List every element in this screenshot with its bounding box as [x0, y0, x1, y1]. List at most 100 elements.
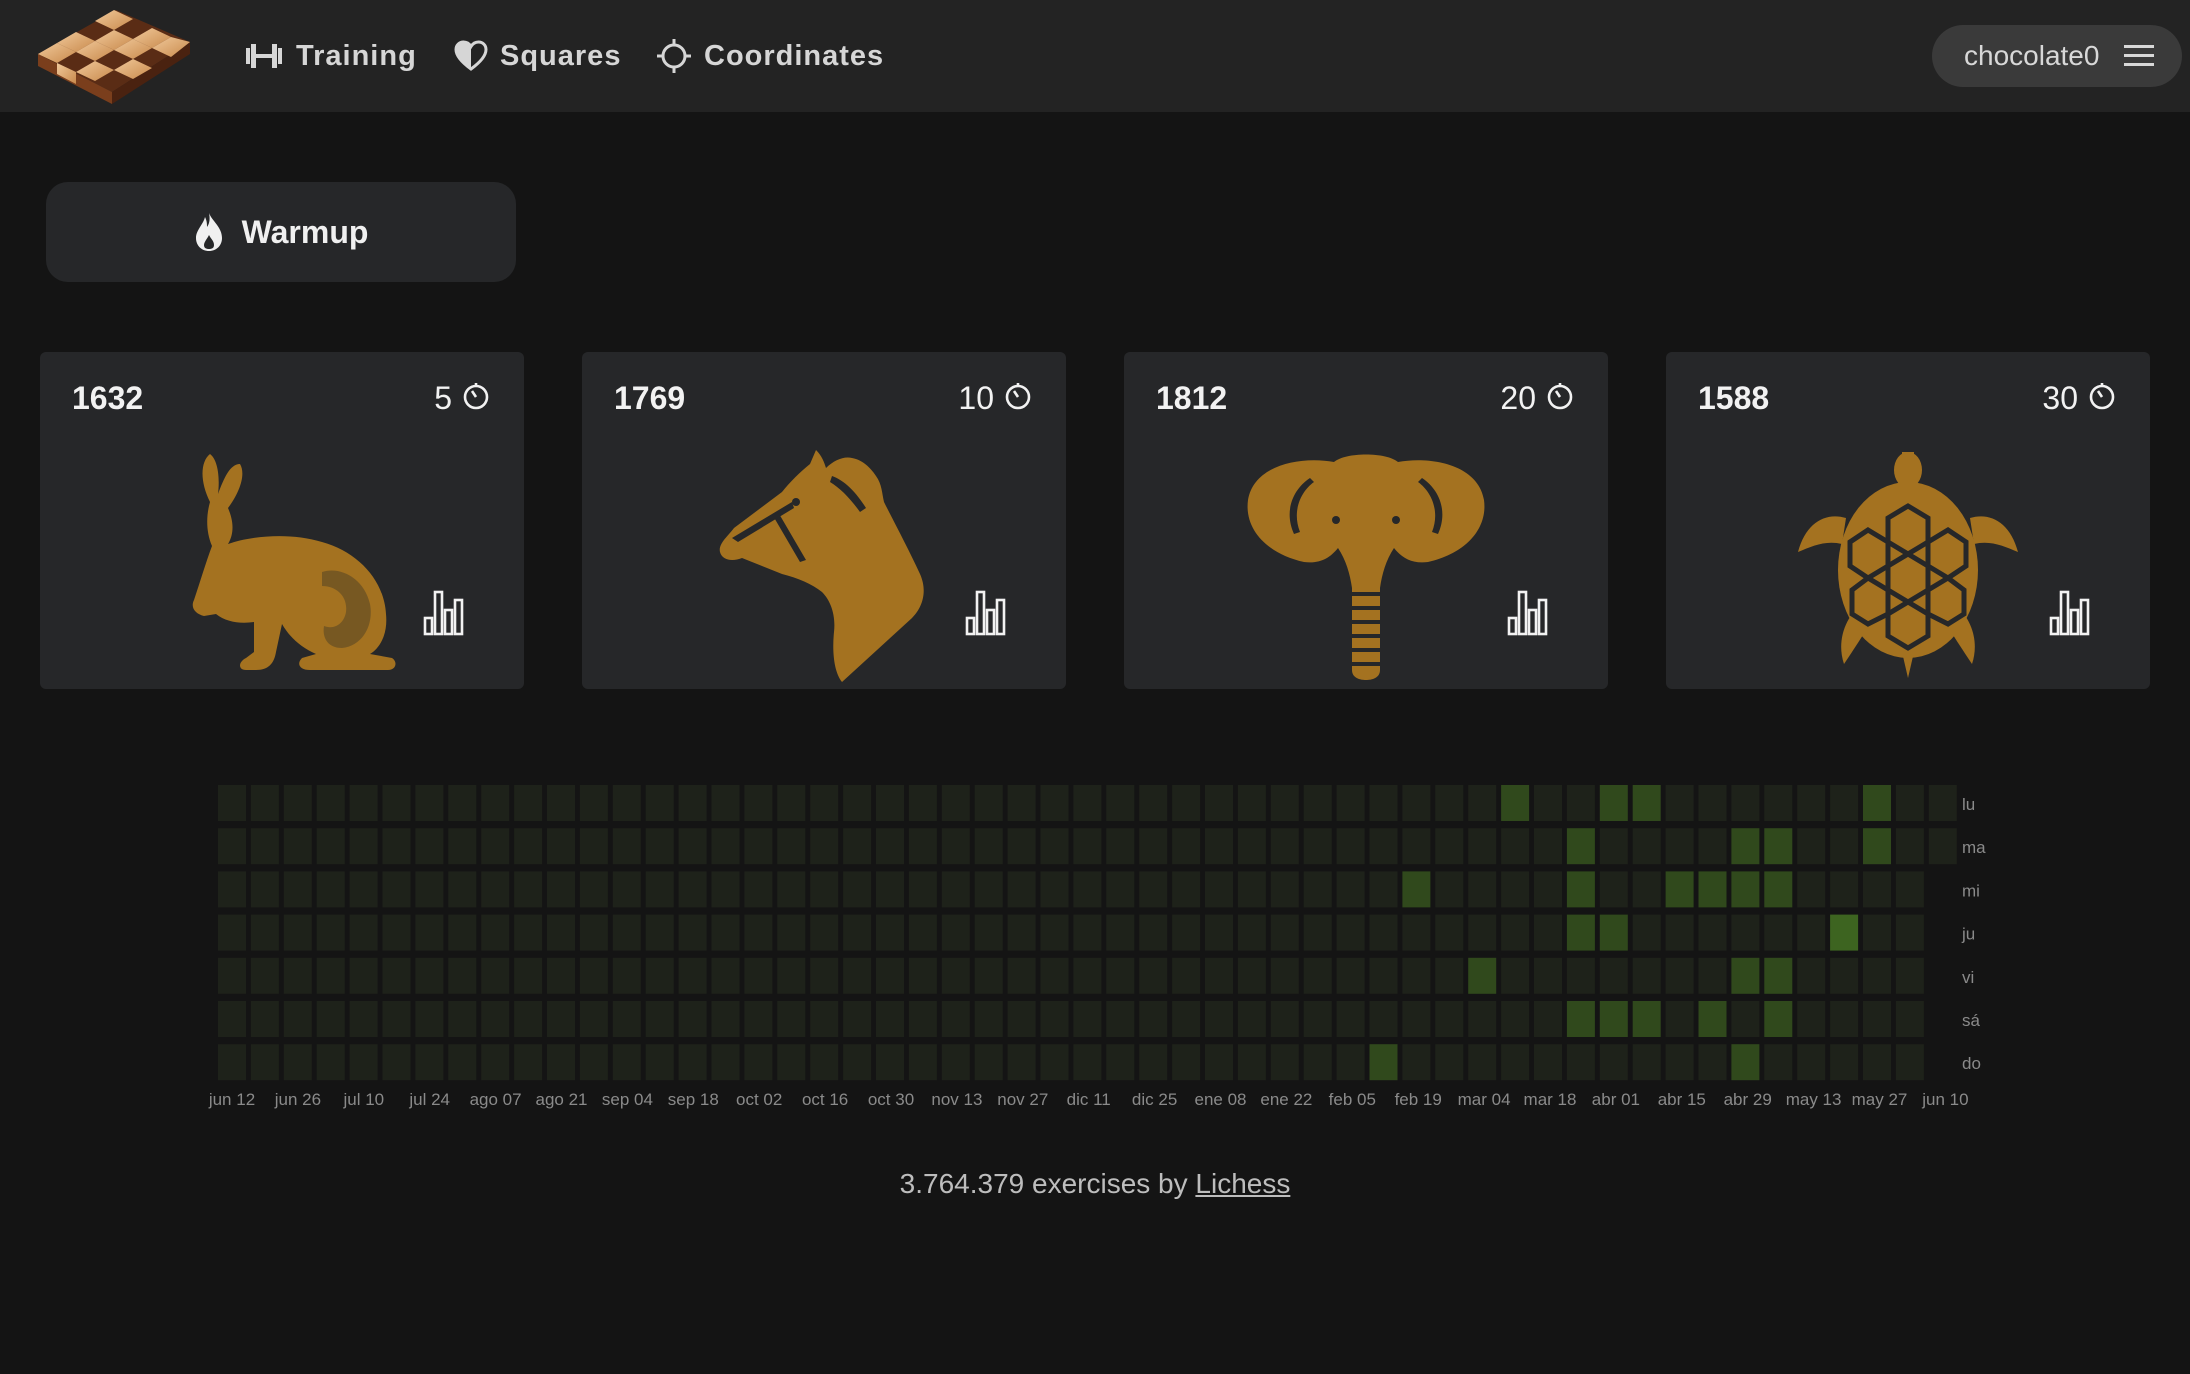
- heatmap-day-cell[interactable]: [415, 957, 444, 994]
- heatmap-day-cell[interactable]: [1336, 871, 1365, 908]
- heatmap-day-cell[interactable]: [1007, 957, 1036, 994]
- heatmap-day-cell[interactable]: [678, 871, 707, 908]
- heatmap-day-cell[interactable]: [1106, 828, 1135, 865]
- heatmap-day-cell[interactable]: [547, 1044, 575, 1081]
- heatmap-day-cell[interactable]: [678, 828, 707, 865]
- heatmap-day-cell[interactable]: [1797, 828, 1826, 865]
- heatmap-day-cell[interactable]: [579, 1001, 608, 1037]
- heatmap-day-cell[interactable]: [283, 1001, 312, 1037]
- stats-chart-icon[interactable]: [965, 588, 1009, 636]
- heatmap-day-cell[interactable]: [448, 1044, 477, 1081]
- heatmap-day-cell[interactable]: [1599, 914, 1628, 951]
- heatmap-day-cell[interactable]: [744, 871, 773, 908]
- heatmap-day-cell[interactable]: [1566, 957, 1595, 994]
- heatmap-day-cell[interactable]: [1698, 871, 1727, 908]
- heatmap-day-cell[interactable]: [810, 1044, 839, 1081]
- heatmap-day-cell[interactable]: [1534, 871, 1562, 908]
- heatmap-day-cell[interactable]: [382, 957, 411, 994]
- heatmap-day-cell[interactable]: [1073, 957, 1102, 994]
- heatmap-day-cell[interactable]: [941, 871, 970, 908]
- heatmap-day-cell[interactable]: [908, 871, 937, 908]
- heatmap-day-cell[interactable]: [1731, 785, 1760, 821]
- heatmap-day-cell[interactable]: [1205, 871, 1233, 908]
- heatmap-day-cell[interactable]: [1435, 785, 1464, 821]
- heatmap-day-cell[interactable]: [1468, 914, 1497, 951]
- heatmap-day-cell[interactable]: [1665, 914, 1694, 951]
- heatmap-day-cell[interactable]: [382, 1044, 411, 1081]
- heatmap-day-cell[interactable]: [1830, 957, 1859, 994]
- heatmap-day-cell[interactable]: [777, 957, 806, 994]
- heatmap-day-cell[interactable]: [1764, 1044, 1793, 1081]
- heatmap-day-cell[interactable]: [1764, 785, 1793, 821]
- heatmap-day-cell[interactable]: [810, 914, 839, 951]
- heatmap-day-cell[interactable]: [1698, 1001, 1727, 1037]
- heatmap-day-cell[interactable]: [415, 828, 444, 865]
- heatmap-day-cell[interactable]: [1435, 957, 1464, 994]
- mode-card-20[interactable]: 1812 20: [1124, 352, 1608, 689]
- heatmap-day-cell[interactable]: [481, 1001, 510, 1037]
- heatmap-day-cell[interactable]: [744, 914, 773, 951]
- heatmap-day-cell[interactable]: [777, 785, 806, 821]
- heatmap-day-cell[interactable]: [843, 871, 872, 908]
- heatmap-day-cell[interactable]: [1731, 1001, 1760, 1037]
- heatmap-day-cell[interactable]: [1402, 871, 1431, 908]
- heatmap-day-cell[interactable]: [744, 1044, 773, 1081]
- heatmap-day-cell[interactable]: [1205, 785, 1233, 821]
- heatmap-day-cell[interactable]: [1106, 871, 1135, 908]
- heatmap-day-cell[interactable]: [1073, 914, 1102, 951]
- heatmap-day-cell[interactable]: [1270, 1001, 1299, 1037]
- heatmap-day-cell[interactable]: [481, 871, 510, 908]
- heatmap-day-cell[interactable]: [579, 957, 608, 994]
- heatmap-day-cell[interactable]: [1237, 1044, 1266, 1081]
- heatmap-day-cell[interactable]: [1270, 957, 1299, 994]
- heatmap-day-cell[interactable]: [1435, 828, 1464, 865]
- heatmap-day-cell[interactable]: [1468, 828, 1497, 865]
- heatmap-day-cell[interactable]: [547, 957, 575, 994]
- heatmap-day-cell[interactable]: [1863, 914, 1891, 951]
- heatmap-day-cell[interactable]: [1632, 785, 1661, 821]
- heatmap-day-cell[interactable]: [941, 828, 970, 865]
- heatmap-day-cell[interactable]: [777, 914, 806, 951]
- heatmap-day-cell[interactable]: [250, 871, 279, 908]
- heatmap-day-cell[interactable]: [1139, 914, 1168, 951]
- heatmap-day-cell[interactable]: [777, 871, 806, 908]
- heatmap-day-cell[interactable]: [1172, 914, 1201, 951]
- heatmap-day-cell[interactable]: [1764, 828, 1793, 865]
- heatmap-day-cell[interactable]: [1731, 1044, 1760, 1081]
- heatmap-day-cell[interactable]: [316, 1001, 345, 1037]
- heatmap-day-cell[interactable]: [1895, 1001, 1924, 1037]
- warmup-button[interactable]: Warmup: [46, 182, 516, 282]
- heatmap-day-cell[interactable]: [1830, 785, 1859, 821]
- heatmap-day-cell[interactable]: [1665, 957, 1694, 994]
- heatmap-day-cell[interactable]: [316, 1044, 345, 1081]
- heatmap-day-cell[interactable]: [678, 1044, 707, 1081]
- heatmap-day-cell[interactable]: [1270, 785, 1299, 821]
- heatmap-day-cell[interactable]: [1303, 914, 1332, 951]
- heatmap-day-cell[interactable]: [1303, 1001, 1332, 1037]
- heatmap-day-cell[interactable]: [1863, 957, 1891, 994]
- heatmap-day-cell[interactable]: [1863, 871, 1891, 908]
- heatmap-day-cell[interactable]: [349, 957, 378, 994]
- heatmap-day-cell[interactable]: [678, 1001, 707, 1037]
- heatmap-day-cell[interactable]: [1534, 914, 1562, 951]
- heatmap-day-cell[interactable]: [843, 785, 872, 821]
- heatmap-day-cell[interactable]: [1336, 1044, 1365, 1081]
- heatmap-day-cell[interactable]: [843, 957, 872, 994]
- heatmap-day-cell[interactable]: [711, 871, 740, 908]
- heatmap-day-cell[interactable]: [218, 1001, 246, 1037]
- heatmap-day-cell[interactable]: [1895, 957, 1924, 994]
- heatmap-day-cell[interactable]: [810, 1001, 839, 1037]
- heatmap-day-cell[interactable]: [1303, 1044, 1332, 1081]
- heatmap-day-cell[interactable]: [218, 871, 246, 908]
- heatmap-day-cell[interactable]: [1402, 1044, 1431, 1081]
- heatmap-day-cell[interactable]: [579, 914, 608, 951]
- heatmap-day-cell[interactable]: [1139, 828, 1168, 865]
- heatmap-day-cell[interactable]: [415, 871, 444, 908]
- heatmap-day-cell[interactable]: [645, 914, 674, 951]
- heatmap-day-cell[interactable]: [415, 1044, 444, 1081]
- heatmap-day-cell[interactable]: [876, 914, 904, 951]
- heatmap-day-cell[interactable]: [1435, 1001, 1464, 1037]
- heatmap-day-cell[interactable]: [1501, 785, 1530, 821]
- heatmap-day-cell[interactable]: [1007, 785, 1036, 821]
- heatmap-day-cell[interactable]: [1764, 1001, 1793, 1037]
